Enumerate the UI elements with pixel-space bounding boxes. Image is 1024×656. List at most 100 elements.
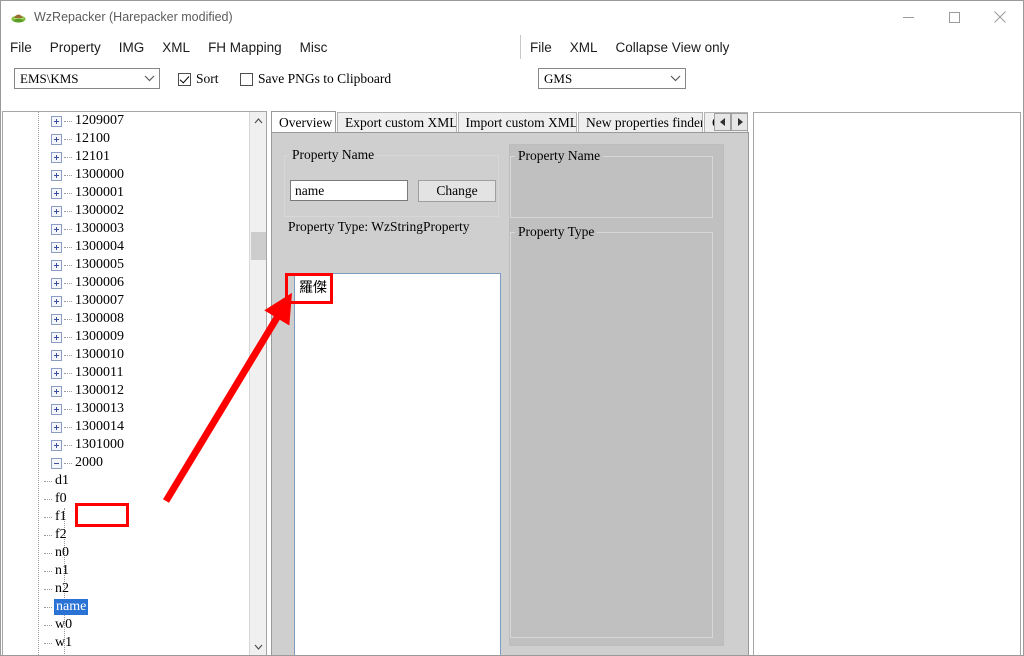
tree-node-f0[interactable]: f0 — [3, 490, 249, 508]
expand-icon-1300002[interactable] — [51, 205, 62, 217]
tree-connector-line — [44, 480, 52, 482]
tree-node-1300009[interactable]: 1300009 — [3, 328, 249, 346]
expand-icon-1300000[interactable] — [51, 169, 62, 181]
menu-item-file[interactable]: File — [1, 37, 41, 58]
property-name-group: Property Name name Change — [284, 147, 499, 217]
expand-icon-1300009[interactable] — [51, 331, 62, 343]
expand-icon-1300005[interactable] — [51, 259, 62, 271]
expand-icon-1300010[interactable] — [51, 349, 62, 361]
tree-node-1300000[interactable]: 1300000 — [3, 166, 249, 184]
app-icon — [10, 9, 27, 26]
tree-node-1300002[interactable]: 1300002 — [3, 202, 249, 220]
tree-node-w0[interactable]: w0 — [3, 616, 249, 634]
menu-item-file-right[interactable]: File — [521, 37, 561, 58]
expand-icon-1300004[interactable] — [51, 241, 62, 253]
menu-item-img[interactable]: IMG — [110, 37, 154, 58]
scroll-up-icon[interactable] — [250, 112, 266, 129]
menu-item-property[interactable]: Property — [41, 37, 110, 58]
spin-right-icon[interactable] — [731, 113, 748, 131]
menu-item-xml-right[interactable]: XML — [561, 37, 607, 58]
tree-node-n0[interactable]: n0 — [3, 544, 249, 562]
expand-icon-1300013[interactable] — [51, 403, 62, 415]
tree-node-1300013[interactable]: 1300013 — [3, 400, 249, 418]
tree-node-label: 1300006 — [75, 275, 124, 290]
expand-icon-1300003[interactable] — [51, 223, 62, 235]
tab-spin-buttons — [714, 113, 748, 131]
tree-node-label: f2 — [55, 527, 67, 542]
save-pngs-checkbox[interactable]: Save PNGs to Clipboard — [240, 71, 391, 87]
tree-scrollbar-thumb[interactable] — [251, 232, 266, 260]
expand-icon-1301000[interactable] — [51, 439, 62, 451]
property-value-textarea[interactable]: 羅傑 — [294, 273, 501, 655]
menu-item-misc[interactable]: Misc — [291, 37, 337, 58]
tree-node-1300007[interactable]: 1300007 — [3, 292, 249, 310]
tab-new-properties-finder[interactable]: New properties finder — [578, 112, 704, 133]
change-name-button[interactable]: Change — [418, 180, 496, 202]
tree-node-1300005[interactable]: 1300005 — [3, 256, 249, 274]
tree-node-12101[interactable]: 12101 — [3, 148, 249, 166]
tree-node-1300010[interactable]: 1300010 — [3, 346, 249, 364]
tree-node-n1[interactable]: n1 — [3, 562, 249, 580]
scroll-down-icon[interactable] — [250, 638, 266, 655]
spin-left-icon[interactable] — [714, 113, 731, 131]
preview-property-type-group: Property Type — [510, 224, 713, 638]
tree-node-1300014[interactable]: 1300014 — [3, 418, 249, 436]
expand-icon-1300008[interactable] — [51, 313, 62, 325]
menu-bar-left: File Property IMG XML FH Mapping Misc — [1, 33, 336, 61]
tree-node-2000[interactable]: 2000 — [3, 454, 249, 472]
expand-icon-1300006[interactable] — [51, 277, 62, 289]
tree-connector-line — [44, 552, 52, 554]
tree-node-w1[interactable]: w1 — [3, 634, 249, 652]
tree-node-label: w2 — [54, 653, 72, 655]
tree-node-w2[interactable]: w2 — [3, 652, 249, 655]
tree-node-name[interactable]: name — [3, 598, 249, 616]
expand-icon-1209007[interactable] — [51, 115, 62, 127]
menu-bar-right: File XML Collapse View only — [521, 33, 738, 61]
menu-item-xml[interactable]: XML — [153, 37, 199, 58]
close-button[interactable] — [977, 1, 1023, 33]
tree-node-1209007[interactable]: 1209007 — [3, 112, 249, 130]
title-bar: WzRepacker (Harepacker modified) — [1, 1, 1023, 33]
tree-node-1300001[interactable]: 1300001 — [3, 184, 249, 202]
tab-export-custom-xml[interactable]: Export custom XML — [336, 112, 457, 133]
tree-connector-line — [44, 534, 52, 536]
minimize-button[interactable] — [885, 1, 931, 33]
sort-checkbox-label: Sort — [196, 71, 219, 86]
menu-item-collapse-view-only[interactable]: Collapse View only — [607, 37, 739, 58]
tree-node-1300008[interactable]: 1300008 — [3, 310, 249, 328]
expand-icon-1300001[interactable] — [51, 187, 62, 199]
tree-node-d1[interactable]: d1 — [3, 472, 249, 490]
tree-node-1300003[interactable]: 1300003 — [3, 220, 249, 238]
tree-node-n2[interactable]: n2 — [3, 580, 249, 598]
tab-overview[interactable]: Overview — [271, 111, 336, 133]
expand-icon-1300011[interactable] — [51, 367, 62, 379]
maximize-button[interactable] — [931, 1, 977, 33]
chevron-down-icon-right — [665, 69, 685, 88]
tree-node-f2[interactable]: f2 — [3, 526, 249, 544]
property-name-input[interactable]: name — [290, 180, 408, 201]
expand-icon-1300012[interactable] — [51, 385, 62, 397]
collapse-icon-2000[interactable] — [51, 457, 62, 469]
tree-node-1301000[interactable]: 1301000 — [3, 436, 249, 454]
tree-node-1300004[interactable]: 1300004 — [3, 238, 249, 256]
expand-icon-1300014[interactable] — [51, 421, 62, 433]
tree-node-1300011[interactable]: 1300011 — [3, 364, 249, 382]
tree-node-1300006[interactable]: 1300006 — [3, 274, 249, 292]
tree-node-label: 1300008 — [75, 311, 124, 326]
expand-icon-1300007[interactable] — [51, 295, 62, 307]
tree-scrollbar[interactable] — [249, 112, 266, 655]
menu-item-fh-mapping[interactable]: FH Mapping — [199, 37, 291, 58]
expand-icon-12100[interactable] — [51, 133, 62, 145]
sort-checkbox[interactable]: Sort — [178, 71, 219, 87]
tree-node-12100[interactable]: 12100 — [3, 130, 249, 148]
region-select-right[interactable]: GMS — [538, 68, 686, 89]
tree-node-label: 1300004 — [75, 239, 124, 254]
tab-import-custom-xml[interactable]: Import custom XML — [457, 112, 578, 133]
tree-connector-line — [64, 354, 72, 356]
expand-icon-12101[interactable] — [51, 151, 62, 163]
region-select-left[interactable]: EMS\KMS — [14, 68, 160, 89]
tree-node-f1[interactable]: f1 — [3, 508, 249, 526]
tree-node-1300012[interactable]: 1300012 — [3, 382, 249, 400]
tree-connector-line — [64, 228, 72, 230]
preview-property-name-group: Property Name — [510, 148, 713, 218]
